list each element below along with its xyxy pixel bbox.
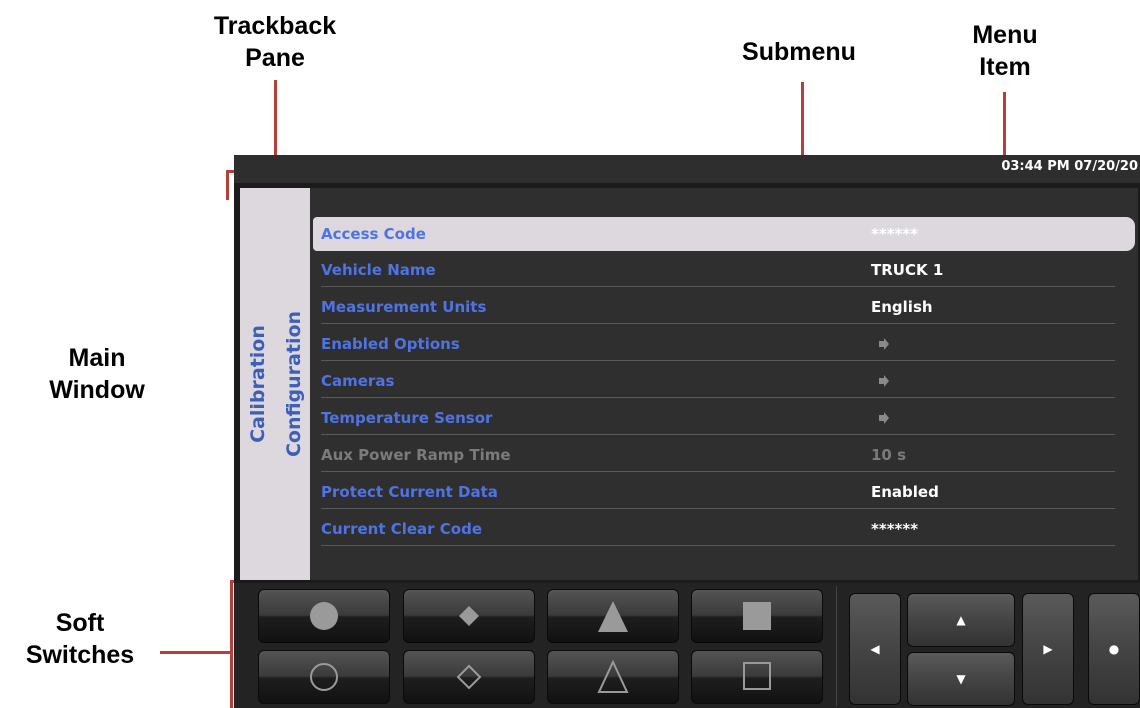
outline-circle-icon [310,663,338,691]
soft-switch-3[interactable] [547,589,679,643]
soft-switch-4[interactable] [691,589,823,643]
row-divider [321,508,1115,509]
clock: 03:44 PM 07/20/20 [1001,159,1138,174]
trackback-tab-label: Configuration [283,310,305,458]
soft-switch-callout-elbow [160,651,232,654]
menu-item-measurement-units[interactable]: Measurement Units English [313,290,1135,324]
row-divider [321,286,1115,287]
menu-item-label: Aux Power Ramp Time [321,446,511,464]
status-bar: 03:44 PM 07/20/20 [234,155,1140,183]
submenu-arrow-icon [879,375,889,387]
menu-item-value: ****** [871,225,919,243]
menu-item-access-code[interactable]: Access Code ****** [313,217,1135,251]
callout-trackback-pane: Trackback Pane [213,12,337,72]
right-arrow-icon: ▶ [1043,642,1053,656]
nav-up-button[interactable]: ▲ [907,593,1015,647]
filled-square-icon [743,602,771,630]
filled-triangle-icon [598,601,628,632]
callout-soft-switches: Soft Switches [25,609,135,669]
menu-item-label: Temperature Sensor [321,409,493,427]
menu-item-vehicle-name[interactable]: Vehicle Name TRUCK 1 [313,253,1135,287]
panel-divider [836,586,837,706]
soft-switch-5[interactable] [258,650,390,704]
up-arrow-icon: ▲ [956,613,966,627]
menu-item-label: Current Clear Code [321,520,483,538]
menu-item-value: Enabled [871,483,939,501]
menu-item-value: TRUCK 1 [871,261,944,279]
menu-item-aux-power-ramp-time: Aux Power Ramp Time 10 s [313,438,1135,472]
soft-switch-1[interactable] [258,589,390,643]
menu-item-cameras[interactable]: Cameras [313,364,1135,398]
row-divider [321,360,1115,361]
menu-item-label: Access Code [321,225,426,243]
row-divider [321,397,1115,398]
row-divider [321,545,1115,546]
nav-left-button[interactable]: ◀ [849,593,901,705]
menu-item-protect-current-data[interactable]: Protect Current Data Enabled [313,475,1135,509]
enter-button[interactable]: ● [1088,593,1140,705]
nav-right-button[interactable]: ▶ [1022,593,1074,705]
trackback-tab-configuration[interactable]: Configuration [276,188,313,580]
menu-item-label: Vehicle Name [321,261,436,279]
row-divider [321,434,1115,435]
trackback-tab-label: Calibration [247,325,269,443]
callout-main-window: Main Window [49,344,145,404]
nav-down-button[interactable]: ▼ [907,652,1015,706]
outline-triangle-icon [597,659,629,693]
trackback-tab-calibration[interactable]: Calibration [240,188,277,580]
menu-item-label: Cameras [321,372,395,390]
left-arrow-icon: ◀ [870,642,880,656]
menu-item-enabled-options[interactable]: Enabled Options [313,327,1135,361]
soft-switch-2[interactable] [403,589,535,643]
submenu-arrow-icon [879,338,889,350]
trackback-bracket-left [226,170,229,200]
menu-item-current-clear-code[interactable]: Current Clear Code ****** [313,512,1135,546]
soft-switch-8[interactable] [691,650,823,704]
filled-diamond-icon [459,606,479,626]
outline-diamond-icon [456,664,482,690]
menu-item-value: ****** [871,520,919,538]
soft-switch-7[interactable] [547,650,679,704]
row-divider [321,471,1115,472]
down-arrow-icon: ▼ [956,672,966,686]
menu-item-label: Measurement Units [321,298,487,316]
menu-item-value: 10 s [871,446,907,464]
menu-item-label: Enabled Options [321,335,460,353]
soft-switch-bracket [230,580,233,708]
callout-submenu: Submenu [742,38,856,66]
row-divider [321,323,1115,324]
outline-square-icon [743,662,771,690]
menu-item-temperature-sensor[interactable]: Temperature Sensor [313,401,1135,435]
callout-menu-item: Menu Item [972,21,1038,81]
submenu-arrow-icon [879,412,889,424]
menu-item-label: Protect Current Data [321,483,498,501]
enter-dot-icon: ● [1108,642,1120,656]
filled-circle-icon [310,602,338,630]
menu-item-value: English [871,298,933,316]
soft-switch-6[interactable] [403,650,535,704]
